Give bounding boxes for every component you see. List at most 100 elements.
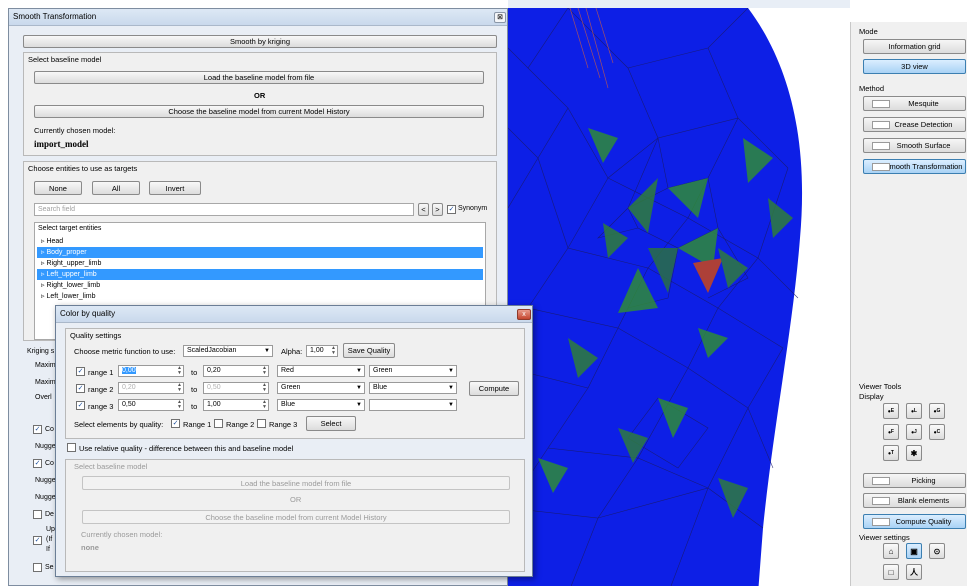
synonym-checkbox[interactable]: ✓ bbox=[447, 205, 456, 214]
smooth-surface-button[interactable]: Smooth Surface bbox=[863, 138, 966, 153]
range3-color1-select[interactable]: Blue ▼ bbox=[277, 399, 365, 411]
tree-item-right-upper-limb[interactable]: ▹ Right_upper_limb bbox=[37, 258, 483, 269]
tree-item-body-proper[interactable]: ▹ Body_proper bbox=[37, 247, 483, 258]
range1-from-spinbox[interactable]: 0,00 ▲ ▼ bbox=[118, 365, 184, 377]
compute-quality-label: Compute Quality bbox=[895, 517, 952, 526]
cbq-load-baseline-button[interactable]: Load the baseline model from file bbox=[82, 476, 510, 490]
display-label: Display bbox=[859, 392, 884, 401]
viewport-3d[interactable] bbox=[508, 0, 850, 586]
range2-color1-select[interactable]: Green ▼ bbox=[277, 382, 365, 394]
metric-select[interactable]: ScaledJacobian ▼ bbox=[183, 345, 273, 357]
tree-item-head[interactable]: ▹ Head bbox=[37, 236, 483, 247]
mesquite-label: Mesquite bbox=[908, 99, 939, 108]
tree-item-right-lower-limb[interactable]: ▹ Right_lower_limb bbox=[37, 280, 483, 291]
kriging-settings-label: Kriging s bbox=[27, 348, 55, 355]
if-label-2: If bbox=[46, 546, 50, 553]
background-icon[interactable]: □ bbox=[883, 564, 899, 580]
range2-from-spinbox[interactable]: 0,20 ▲ ▼ bbox=[118, 382, 184, 394]
compute-quality-button[interactable]: Compute Quality bbox=[863, 514, 966, 529]
close-icon[interactable]: x bbox=[517, 309, 531, 320]
display-elements-icon[interactable]: • E bbox=[883, 403, 899, 419]
display-lines-icon[interactable]: • L bbox=[906, 403, 922, 419]
range1-color2-select[interactable]: Green ▼ bbox=[369, 365, 457, 377]
search-next-button[interactable]: > bbox=[432, 203, 443, 216]
compute-quality-indicator bbox=[872, 518, 890, 526]
display-text-icon[interactable]: • T bbox=[883, 445, 899, 461]
select-button[interactable]: Select bbox=[306, 416, 356, 431]
up-label: Up bbox=[46, 526, 55, 533]
information-grid-button[interactable]: Information grid bbox=[863, 39, 966, 54]
range3-from-spinbox[interactable]: 0,50 ▲ ▼ bbox=[118, 399, 184, 411]
range3-to-spinbox[interactable]: 1,00 ▲ ▼ bbox=[203, 399, 269, 411]
mode-label: Mode bbox=[859, 27, 878, 36]
select-range1-checkbox[interactable]: ✓ bbox=[171, 419, 180, 428]
display-grid-icon[interactable]: • G bbox=[929, 403, 945, 419]
range1-to-spinbox[interactable]: 0,20 ▲ ▼ bbox=[203, 365, 269, 377]
smooth-window-titlebar[interactable]: Smooth Transformation ⊠ bbox=[9, 9, 507, 26]
invert-button[interactable]: Invert bbox=[149, 181, 201, 195]
tree-item-left-lower-limb[interactable]: ▹ Left_lower_limb bbox=[37, 291, 483, 302]
none-button[interactable]: None bbox=[34, 181, 82, 195]
range2-label: range 2 bbox=[88, 385, 114, 394]
select-range2-checkbox[interactable] bbox=[214, 419, 223, 428]
quality-settings-label: Quality settings bbox=[70, 331, 122, 340]
select-range3-label: Range 3 bbox=[269, 420, 298, 429]
compute-button[interactable]: Compute bbox=[469, 381, 519, 396]
range2-to-value: 0,50 bbox=[207, 384, 221, 391]
de-label: De bbox=[45, 511, 54, 518]
spin-arrows-icon: ▲ ▼ bbox=[262, 365, 267, 376]
range2-color2-select[interactable]: Blue ▼ bbox=[369, 382, 457, 394]
range1-to-value: 0,20 bbox=[207, 367, 221, 374]
current-model-label: Currently chosen model: bbox=[34, 126, 116, 135]
range1-checkbox[interactable]: ✓ bbox=[76, 367, 85, 376]
select-range3-checkbox[interactable] bbox=[257, 419, 266, 428]
cbq-titlebar[interactable]: Color by quality x bbox=[56, 306, 532, 323]
display-faces-icon[interactable]: • F bbox=[883, 424, 899, 440]
save-quality-button[interactable]: Save Quality bbox=[343, 343, 395, 358]
smooth-surface-label: Smooth Surface bbox=[896, 141, 951, 150]
smooth-by-kriging-button[interactable]: Smooth by kriging bbox=[23, 35, 497, 48]
range2-to-spinbox[interactable]: 0,50 ▲ ▼ bbox=[203, 382, 269, 394]
range3-color2-select[interactable]: ▼ bbox=[369, 399, 457, 411]
tree-item-label: Right_upper_limb bbox=[46, 260, 102, 267]
choose-baseline-button[interactable]: Choose the baseline model from current M… bbox=[34, 105, 484, 118]
display-joints-icon[interactable]: • J bbox=[906, 424, 922, 440]
search-input[interactable]: Search field bbox=[34, 203, 414, 216]
rotate-view-icon[interactable]: ⊙ bbox=[929, 543, 945, 559]
mesquite-indicator bbox=[872, 100, 890, 108]
camera-icon[interactable]: ⌂ bbox=[883, 543, 899, 559]
display-settings-icon[interactable]: ✱ bbox=[906, 445, 922, 461]
viewer-tools-label: Viewer Tools bbox=[859, 382, 902, 391]
load-baseline-button[interactable]: Load the baseline model from file bbox=[34, 71, 484, 84]
close-icon[interactable]: ⊠ bbox=[494, 12, 506, 23]
smooth-transformation-button[interactable]: Smooth Transformation bbox=[863, 159, 966, 174]
figure-icon[interactable]: 人 bbox=[906, 564, 922, 580]
crease-detection-label: Crease Detection bbox=[894, 120, 953, 129]
se-checkbox[interactable] bbox=[33, 563, 42, 572]
co-checkbox-1[interactable]: ✓ bbox=[33, 425, 42, 434]
tree-item-left-upper-limb[interactable]: ▹ Left_upper_limb bbox=[37, 269, 483, 280]
alpha-spinbox[interactable]: 1,00 ▲ ▼ bbox=[306, 345, 338, 357]
relative-quality-checkbox[interactable] bbox=[67, 443, 76, 452]
range3-checkbox[interactable]: ✓ bbox=[76, 401, 85, 410]
viewer-settings-label: Viewer settings bbox=[859, 533, 910, 542]
cbq-choose-baseline-button[interactable]: Choose the baseline model from current M… bbox=[82, 510, 510, 524]
range2-checkbox[interactable]: ✓ bbox=[76, 384, 85, 393]
range1-color1-select[interactable]: Red ▼ bbox=[277, 365, 365, 377]
all-button[interactable]: All bbox=[92, 181, 140, 195]
search-prev-button[interactable]: < bbox=[418, 203, 429, 216]
cbq-or-label: OR bbox=[290, 495, 302, 504]
co-checkbox-2[interactable]: ✓ bbox=[33, 459, 42, 468]
crease-detection-button[interactable]: Crease Detection bbox=[863, 117, 966, 132]
screenshot-icon[interactable]: ▣ bbox=[906, 543, 922, 559]
tree-item-label: Left_lower_limb bbox=[46, 293, 96, 300]
mesquite-button[interactable]: Mesquite bbox=[863, 96, 966, 111]
cbq-current-model-label: Currently chosen model: bbox=[81, 530, 163, 539]
spin-arrows-icon: ▲ ▼ bbox=[177, 365, 182, 376]
if-checkbox[interactable]: ✓ bbox=[33, 536, 42, 545]
3d-view-button[interactable]: 3D view bbox=[863, 59, 966, 74]
display-contours-icon[interactable]: • C bbox=[929, 424, 945, 440]
picking-button[interactable]: Picking bbox=[863, 473, 966, 488]
blank-elements-button[interactable]: Blank elements bbox=[863, 493, 966, 508]
de-checkbox[interactable] bbox=[33, 510, 42, 519]
